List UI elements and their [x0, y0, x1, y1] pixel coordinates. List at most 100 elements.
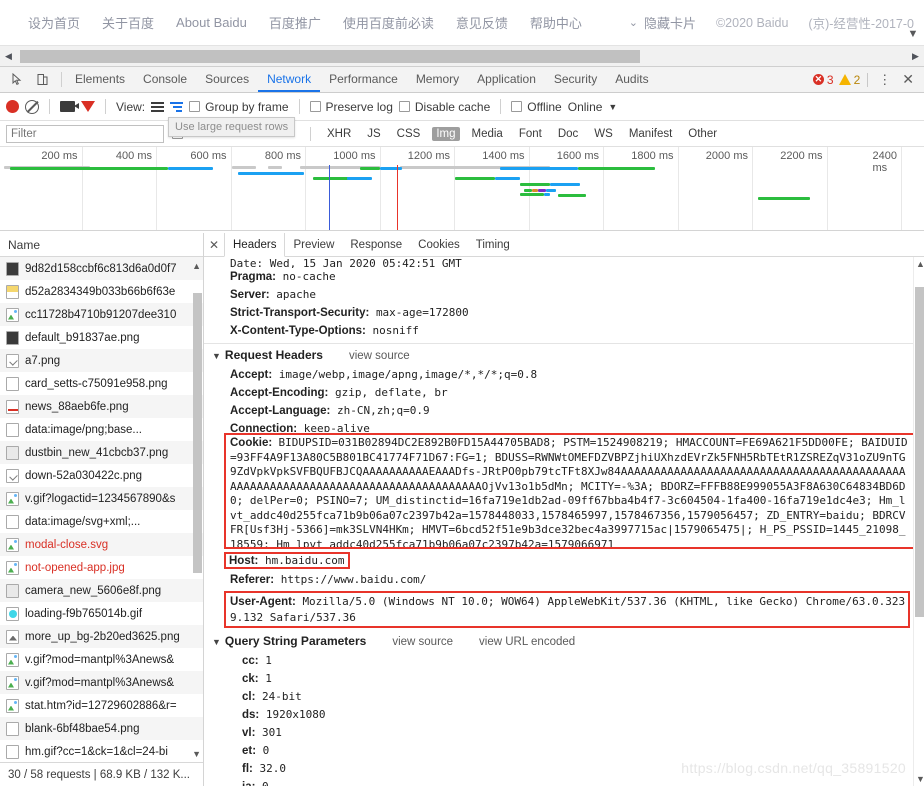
request-list-item[interactable]: news_88aeb6fe.png	[0, 395, 203, 418]
request-list-item[interactable]: a7.png	[0, 349, 203, 372]
headers-content[interactable]: Date: Wed, 15 Jan 2020 05:42:51 GMT Prag…	[204, 257, 924, 786]
toggle-device-toolbar-icon[interactable]	[31, 70, 53, 90]
tab-elements[interactable]: Elements	[66, 67, 134, 92]
warning-count-badge[interactable]: 2	[838, 73, 860, 87]
request-list-item[interactable]: v.gif?logactid=1234567890&s	[0, 487, 203, 510]
detail-tab-response[interactable]: Response	[342, 233, 410, 256]
capture-screenshots-icon[interactable]	[60, 101, 79, 112]
scroll-down-arrow-icon[interactable]: ▼	[906, 26, 920, 42]
request-list-item[interactable]: not-opened-app.jpg	[0, 556, 203, 579]
baidu-link-2[interactable]: About Baidu	[176, 15, 247, 30]
network-filter-row: Hide data URLs All XHR JS CSS Img Media …	[0, 117, 924, 147]
filter-input[interactable]	[6, 124, 164, 143]
list-view-icon[interactable]	[151, 101, 165, 112]
hide-cards-button[interactable]: ⌄ 隐藏卡片	[629, 13, 696, 32]
close-devtools-icon[interactable]: ✕	[899, 71, 917, 88]
filter-type-font[interactable]: Font	[515, 127, 546, 141]
detail-tab-headers[interactable]: Headers	[224, 233, 286, 257]
tab-network[interactable]: Network	[258, 67, 321, 92]
inspect-element-icon[interactable]	[6, 70, 28, 90]
list-scroll-up-icon[interactable]: ▲	[192, 261, 201, 271]
disable-cache-checkbox[interactable]: Disable cache	[398, 100, 490, 114]
detail-vertical-scrollbar[interactable]: ▲ ▼	[913, 257, 924, 786]
request-list-scrollbar-thumb[interactable]	[193, 293, 202, 573]
request-list-item[interactable]: blank-6bf48bae54.png	[0, 717, 203, 740]
scroll-left-arrow-icon[interactable]: ◀	[0, 46, 17, 67]
request-list-item[interactable]: dustbin_new_41cbcb37.png	[0, 441, 203, 464]
request-list-item[interactable]: hm.gif?cc=1&ck=1&cl=24-bi	[0, 740, 203, 762]
offline-checkbox[interactable]: Offline	[511, 100, 562, 114]
filter-type-other[interactable]: Other	[684, 127, 721, 141]
request-list-item[interactable]: data:image/svg+xml;...	[0, 510, 203, 533]
request-list-item[interactable]: d52a2834349b033b66b6f63e	[0, 280, 203, 303]
request-list-item[interactable]: cc11728b4710b91207dee310	[0, 303, 203, 326]
network-timeline-overview[interactable]: 200 ms 400 ms 600 ms 800 ms 1000 ms 1200 ms 14…	[0, 147, 924, 231]
baidu-link-0[interactable]: 设为首页	[28, 13, 80, 32]
timeline-tick-label: 1600 ms	[556, 150, 599, 162]
record-button-icon[interactable]	[6, 100, 19, 113]
detail-tab-preview[interactable]: Preview	[285, 233, 342, 256]
view-url-encoded-link[interactable]: view URL encoded	[479, 633, 575, 652]
request-list-item[interactable]: default_b91837ae.png	[0, 326, 203, 349]
baidu-link-3[interactable]: 百度推广	[269, 13, 321, 32]
request-list-item[interactable]: modal-close.svg	[0, 533, 203, 556]
detail-scrollbar-thumb[interactable]	[915, 287, 924, 617]
request-list-item[interactable]: v.gif?mod=mantpl%3Anews&	[0, 648, 203, 671]
request-headers-section-header[interactable]: ▼ Request Headers view source	[204, 346, 924, 366]
baidu-link-6[interactable]: 帮助中心	[530, 13, 582, 32]
tab-memory[interactable]: Memory	[407, 67, 468, 92]
baidu-link-1[interactable]: 关于百度	[102, 13, 154, 32]
tab-security[interactable]: Security	[545, 67, 606, 92]
more-options-icon[interactable]: ⋮	[875, 72, 894, 88]
tab-sources[interactable]: Sources	[196, 67, 258, 92]
request-list-item[interactable]: stat.htm?id=12729602886&r=	[0, 694, 203, 717]
query-string-section-header[interactable]: ▼ Query String Parameters view source vi…	[204, 632, 924, 652]
detail-scroll-down-icon[interactable]: ▼	[916, 774, 924, 784]
scrollbar-thumb[interactable]	[20, 49, 640, 63]
filter-type-img[interactable]: Img	[432, 126, 460, 141]
request-list-item[interactable]: down-52a030422c.png	[0, 464, 203, 487]
filter-type-ws[interactable]: WS	[590, 127, 617, 141]
query-param-row: ck: 1	[204, 670, 924, 688]
throttling-select[interactable]: Online	[568, 100, 603, 114]
clear-button-icon[interactable]	[25, 99, 39, 114]
request-list-item[interactable]: card_setts-c75091e958.png	[0, 372, 203, 395]
request-list[interactable]: 9d82d158ccbf6c813d6a0d0f7 d52a2834349b033…	[0, 257, 203, 762]
baidu-link-5[interactable]: 意见反馈	[456, 13, 508, 32]
detail-tab-cookies[interactable]: Cookies	[410, 233, 468, 256]
filter-icon[interactable]	[81, 101, 95, 112]
error-count-badge[interactable]: ✕ 3	[812, 73, 834, 87]
column-header-name[interactable]: Name	[0, 233, 203, 257]
request-list-item[interactable]: data:image/png;base...	[0, 418, 203, 441]
chevron-down-icon[interactable]: ▼	[608, 102, 617, 112]
filter-type-media[interactable]: Media	[468, 127, 507, 141]
filter-type-xhr[interactable]: XHR	[323, 127, 355, 141]
triangle-down-icon: ▼	[212, 637, 221, 647]
page-horizontal-scrollbar[interactable]: ◀ ▶	[0, 45, 924, 66]
view-source-link[interactable]: view source	[392, 633, 453, 652]
tab-application[interactable]: Application	[468, 67, 545, 92]
detail-scroll-up-icon[interactable]: ▲	[916, 259, 924, 269]
filter-type-css[interactable]: CSS	[393, 127, 425, 141]
request-list-item[interactable]: loading-f9b765014b.gif	[0, 602, 203, 625]
group-by-frame-checkbox[interactable]: Group by frame	[189, 100, 289, 114]
filter-type-doc[interactable]: Doc	[554, 127, 582, 141]
request-list-item[interactable]: camera_new_5606e8f.png	[0, 579, 203, 602]
close-detail-icon[interactable]: ✕	[204, 233, 224, 256]
baidu-link-4[interactable]: 使用百度前必读	[343, 13, 434, 32]
filter-type-js[interactable]: JS	[363, 127, 384, 141]
list-scroll-down-icon[interactable]: ▼	[192, 749, 201, 759]
filter-type-manifest[interactable]: Manifest	[625, 127, 676, 141]
tab-console[interactable]: Console	[134, 67, 196, 92]
tab-audits[interactable]: Audits	[606, 67, 657, 92]
view-source-link[interactable]: view source	[349, 347, 410, 366]
request-list-item[interactable]: v.gif?mod=mantpl%3Anews&	[0, 671, 203, 694]
request-name: down-52a030422c.png	[25, 469, 143, 482]
request-list-item[interactable]: more_up_bg-2b20ed3625.png	[0, 625, 203, 648]
detail-tab-timing[interactable]: Timing	[468, 233, 518, 256]
request-list-item[interactable]: 9d82d158ccbf6c813d6a0d0f7	[0, 257, 203, 280]
scroll-right-arrow-icon[interactable]: ▶	[907, 46, 924, 67]
waterfall-view-icon[interactable]	[170, 101, 184, 112]
tab-performance[interactable]: Performance	[320, 67, 407, 92]
preserve-log-checkbox[interactable]: Preserve log	[309, 100, 393, 114]
